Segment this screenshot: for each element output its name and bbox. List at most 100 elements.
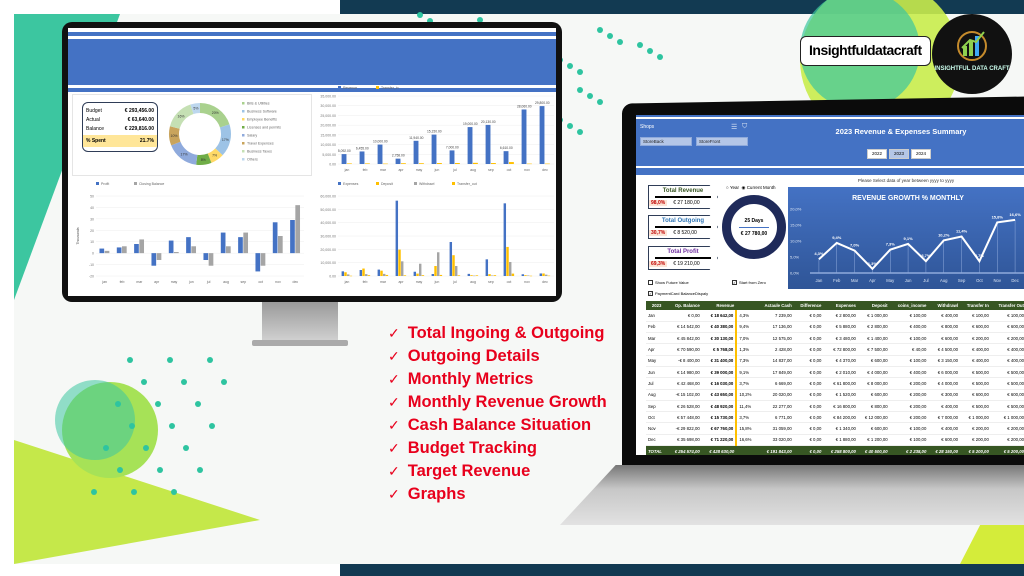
bar-transferin (527, 163, 532, 165)
dot (127, 357, 133, 363)
bar-withdrawl (473, 275, 476, 277)
table-cell: Nov (646, 422, 668, 435)
x-tick-label: May (886, 278, 895, 283)
total-cell: € 428 630,00 (701, 445, 737, 455)
bar-revenue (359, 151, 365, 164)
bar-deposit (362, 268, 365, 276)
feature-label: Outgoing Details (407, 347, 540, 365)
data-label: 16,6% (1009, 212, 1021, 217)
legend-label: Business Taxes (247, 150, 272, 154)
column-header: Deposit (857, 301, 890, 310)
checkbox-paymentcard[interactable]: ✓ PaymentCard BalanceDispaly (648, 291, 708, 297)
table-cell: € 0,00 (793, 434, 824, 447)
kpi-value: € 19 210,00 (673, 260, 700, 267)
balance-value: € 229,816.00 (124, 125, 154, 132)
legend-swatch (242, 110, 245, 113)
legend-swatch (338, 182, 341, 185)
radio-current-month[interactable]: ◉ Current Month (742, 185, 776, 190)
bar-profit (238, 237, 243, 254)
slicer-storefront[interactable]: StoreFront (696, 137, 748, 146)
x-tick-label: Oct (976, 278, 983, 283)
budget-summary-card: Budget € 293,456.00 Actual € 63,640.00 Bal… (82, 102, 158, 152)
column-header: Difference (793, 301, 824, 310)
y-tick-label: 0.00 (329, 163, 336, 167)
table-cell: € 5 768,00 (701, 343, 737, 356)
days-ring-gauge: 25 Days € 27 780,00 (722, 195, 786, 259)
profit-balance-chart: -20 -10 0 10 20 30 40 50 Profit Closing Balance ja… (76, 182, 304, 284)
table-cell: 3,7% (735, 411, 757, 424)
table-cell: € 70 590,00 (667, 343, 702, 356)
table-cell: -€ 8 400,00 (667, 355, 702, 367)
y-tick-label: 10,000.00 (320, 261, 336, 265)
y-tick-label: 0,0% (790, 271, 800, 276)
y-axis-label: Thousands (76, 227, 80, 245)
chart-title: REVENUE GROWTH % MONTHLY (852, 195, 964, 202)
slice-label: 16% (178, 114, 185, 118)
table-row: Sep € 26 528,00 € 48 920,00 11,4% 22 277,00 €… (646, 400, 1024, 413)
check-icon: ✓ (388, 417, 400, 433)
column-header (736, 301, 757, 310)
bar-revenue (485, 124, 491, 164)
slice-label: 5% (193, 107, 198, 111)
bar-transferin (491, 163, 496, 164)
radio-year[interactable]: ○ Year (726, 185, 739, 190)
clear-filter-icon[interactable]: ⛉ (742, 123, 747, 131)
table-cell: € 400,00 (990, 343, 1024, 356)
checkbox-start-zero[interactable]: ✓ Start from Zero (732, 280, 766, 286)
table-cell: € 500,00 (960, 366, 991, 379)
bar-expenses (449, 242, 453, 276)
desktop-monitor: Budget € 293,456.00 Actual € 63,640.00 Bal… (62, 22, 562, 302)
bar-profit (134, 244, 139, 254)
kpi-total-revenue: Total Revenue 98,0% € 27 180,00 (648, 185, 718, 209)
total-cell: € 2 238,00 (889, 445, 929, 455)
multi-select-icon[interactable]: ☰ (731, 123, 737, 131)
data-label: 5,092.00 (338, 149, 351, 153)
bar-revenue (467, 127, 473, 164)
kpi-pct: 30,7% (649, 229, 668, 236)
legend-label: Business Software (247, 110, 277, 114)
bar-transferout (385, 274, 389, 276)
table-cell: € 35 698,00 (667, 434, 702, 447)
table-cell: 7 239,00 (756, 310, 794, 322)
bar-profit (203, 253, 209, 260)
actual-label: Actual (86, 116, 100, 123)
table-cell: € 600,00 (857, 422, 890, 435)
bar-transferin (473, 162, 478, 164)
y-tick-label: 30 (90, 217, 94, 221)
table-cell: € 300,00 (928, 389, 961, 401)
year-2023-button[interactable]: 2023 (889, 149, 909, 159)
slice-label: 8% (201, 158, 206, 162)
data-label: 6,610.00 (500, 146, 513, 150)
bar-deposit (542, 273, 545, 276)
x-tick-label: sep (488, 168, 494, 172)
legend-label: Revenue (343, 86, 357, 90)
table-cell: € 400,00 (960, 343, 991, 356)
brand-name-badge: Insightfuldatacraft (800, 36, 931, 66)
table-cell: € 200,00 (990, 434, 1024, 447)
bar-closingbalance (208, 253, 214, 266)
kpi-pct: 69,3% (649, 260, 668, 267)
table-row: Dec € 35 698,00 € 71 220,00 16,6% 33 020,00 €… (646, 434, 1024, 447)
table-cell: 12 575,00 (756, 332, 794, 345)
x-tick-label: aug (470, 168, 476, 172)
dot (157, 467, 163, 473)
year-2022-button[interactable]: 2022 (867, 149, 887, 159)
y-tick-label: 35,000.00 (320, 95, 336, 99)
x-tick-label: feb (120, 280, 125, 284)
table-cell: € 67 760,00 (701, 422, 737, 435)
legend-swatch (242, 126, 245, 129)
table-cell: € 600,00 (960, 321, 991, 334)
table-cell: € 16 800,00 (823, 400, 858, 413)
table-cell: € 14 980,00 (667, 366, 702, 379)
bar-closingbalance (104, 250, 110, 254)
legend-swatch (242, 150, 245, 153)
slicer-storeback[interactable]: StoreBack (640, 137, 692, 146)
y-tick-label: 5,000.00 (322, 153, 336, 157)
year-2024-button[interactable]: 2024 (911, 149, 931, 159)
table-cell: 4,3% (735, 310, 757, 322)
table-cell: 11,4% (735, 400, 757, 413)
table-cell: € 200,00 (960, 332, 991, 345)
feature-item: ✓ Monthly Metrics (388, 368, 607, 391)
bar-revenue (431, 134, 437, 164)
checkbox-show-future[interactable]: Show Future Value (648, 280, 689, 286)
